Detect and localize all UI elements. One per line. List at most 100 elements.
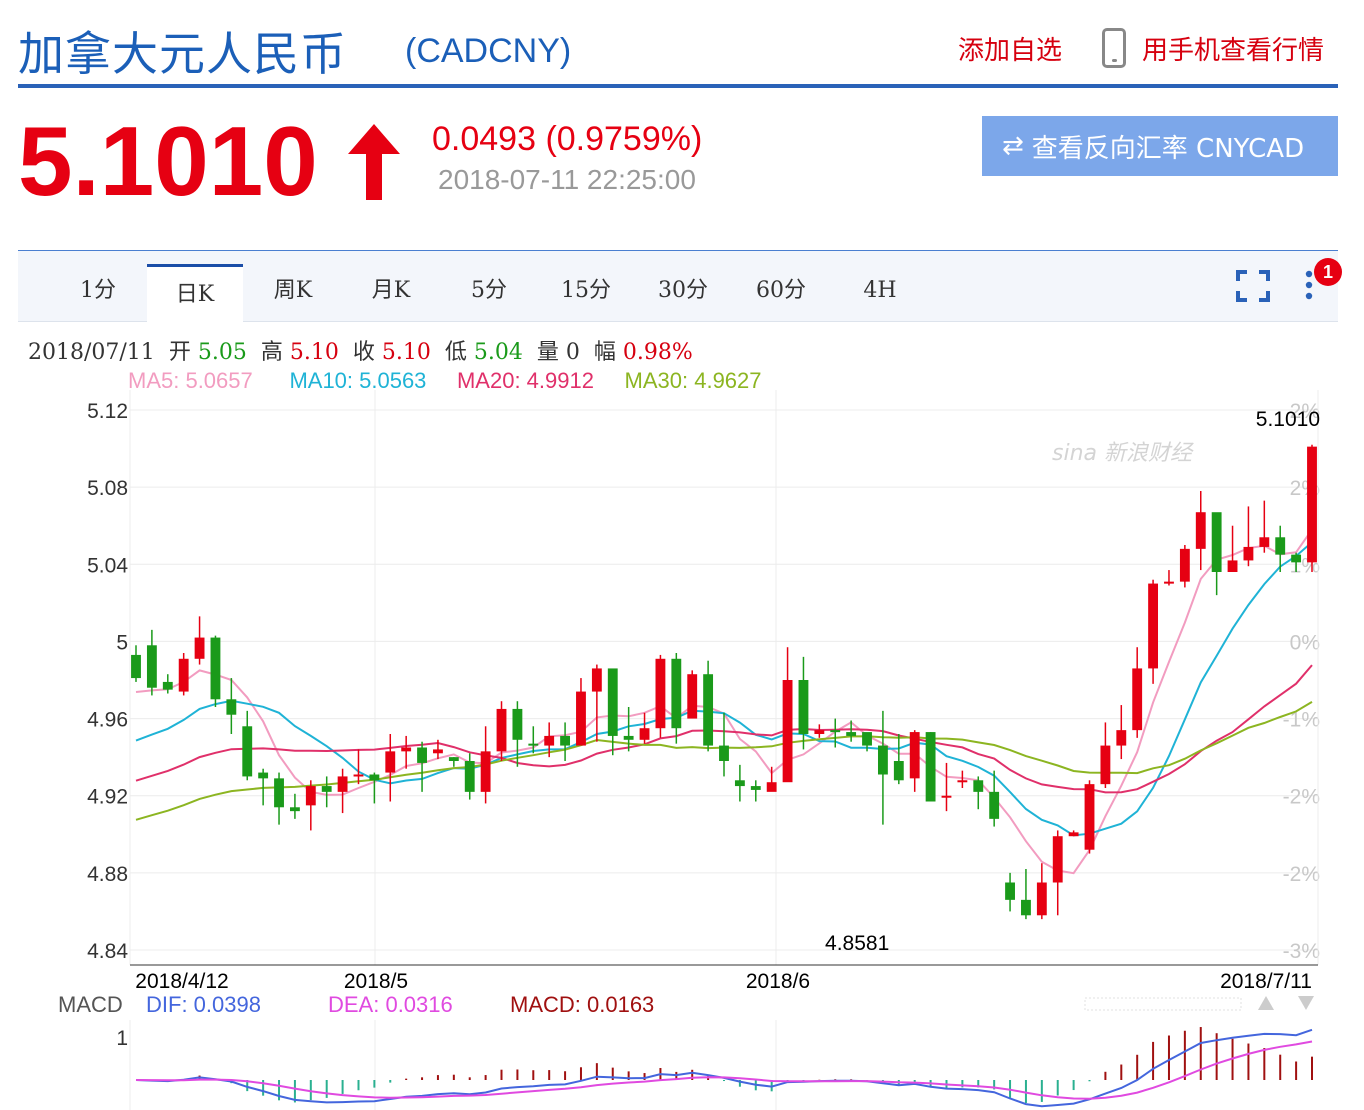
candle-body — [194, 637, 205, 659]
candle-body — [591, 668, 602, 692]
current-price: 5.1010 — [18, 106, 318, 216]
candle-body — [639, 728, 650, 740]
candle-body — [417, 747, 427, 763]
candle-body — [289, 807, 300, 812]
dea-line — [135, 1040, 1313, 1100]
pct-tick-label: -2% — [1283, 863, 1320, 886]
up-arrow-icon — [348, 124, 400, 200]
tab-5min[interactable]: 5分 — [441, 263, 537, 321]
y-tick-label: 4.84 — [87, 940, 128, 963]
candle-body — [655, 658, 666, 729]
candle-body — [1084, 784, 1095, 850]
candle-body — [1259, 537, 1270, 547]
candle-body — [321, 786, 332, 792]
candle-body — [1195, 512, 1206, 549]
scroll-down-icon — [1298, 996, 1314, 1010]
candle-body — [274, 778, 284, 808]
candle-body — [925, 732, 936, 802]
mobile-view-link[interactable]: 用手机查看行情 — [1142, 30, 1324, 67]
y-tick-label: 4.96 — [87, 709, 128, 732]
range-value: 0.98% — [622, 340, 693, 365]
candle-body — [385, 751, 396, 773]
candle-body — [1148, 583, 1159, 669]
candle-body — [226, 699, 237, 715]
x-tick-label: 2018/6 — [746, 970, 810, 993]
notification-badge: 1 — [1314, 258, 1342, 286]
volume-label: 量 — [536, 340, 559, 365]
dea-legend: DEA: 0.0316 — [328, 992, 453, 1017]
tab-30min[interactable]: 30分 — [635, 263, 731, 321]
candle-body — [528, 743, 539, 746]
candle-body — [750, 786, 761, 790]
currency-symbol: (CADCNY) — [405, 32, 572, 70]
low-value: 5.04 — [473, 340, 523, 365]
candle-body — [401, 747, 412, 752]
open-label: 开 — [168, 340, 191, 365]
candle-body — [353, 774, 364, 777]
tab-60min[interactable]: 60分 — [733, 263, 829, 321]
more-icon[interactable] — [1304, 268, 1314, 302]
candle-body — [846, 732, 857, 736]
tab-1min[interactable]: 1分 — [50, 263, 146, 321]
fullscreen-icon[interactable] — [1236, 270, 1270, 302]
high-value: 5.10 — [289, 340, 339, 365]
macd-tick-label: 1 — [116, 1027, 128, 1050]
candle-body — [1068, 832, 1079, 837]
price-change: 0.0493 (0.9759%) — [432, 120, 703, 158]
candle-body — [1052, 836, 1063, 883]
candle-body — [1021, 899, 1031, 916]
scroll-up-icon — [1258, 996, 1274, 1010]
page-title: 加拿大元人民币 — [18, 27, 347, 81]
volume-value: 0 — [565, 340, 580, 365]
candle-body — [496, 708, 507, 752]
y-tick-label: 4.88 — [87, 863, 128, 886]
candle-body — [242, 726, 253, 777]
price-annotation: 5.1010 — [1256, 408, 1320, 431]
candle-body — [480, 751, 491, 792]
candle-body — [178, 658, 189, 692]
candle-body — [877, 745, 888, 775]
candle-body — [337, 776, 348, 792]
x-tick-label: 2018/4/12 — [135, 970, 228, 993]
reverse-rate-label: 查看反向汇率 CNYCAD — [1031, 133, 1305, 164]
tab-15min[interactable]: 15分 — [538, 263, 634, 321]
x-tick-label: 2018/5 — [344, 970, 408, 993]
candle-body — [433, 749, 443, 754]
tab-weekly-k[interactable]: 周K — [245, 263, 341, 321]
close-value: 5.10 — [381, 340, 431, 365]
candle-body — [131, 654, 141, 679]
candle-body — [1116, 730, 1127, 746]
tab-daily-k[interactable]: 日K — [147, 264, 243, 325]
candle-body — [830, 730, 841, 733]
header-divider — [18, 84, 1338, 88]
candle-body — [623, 735, 634, 740]
macd-value-legend: MACD: 0.0163 — [510, 992, 654, 1017]
pct-tick-label: 0% — [1290, 631, 1320, 654]
candle-body — [210, 637, 221, 700]
tab-monthly-k[interactable]: 月K — [343, 263, 439, 321]
open-value: 5.05 — [197, 340, 247, 365]
tab-4h[interactable]: 4H — [832, 263, 928, 321]
candle-body — [957, 780, 968, 783]
candle-body — [687, 674, 698, 719]
add-favorite-link[interactable]: 添加自选 — [958, 30, 1062, 67]
pct-tick-label: -3% — [1283, 940, 1320, 963]
pct-tick-label: -1% — [1283, 709, 1320, 732]
y-tick-label: 4.92 — [87, 786, 128, 809]
quote-timestamp: 2018-07-11 22:25:00 — [438, 164, 696, 195]
candle-body — [1132, 668, 1143, 731]
candle-body — [989, 791, 1000, 819]
reverse-rate-button[interactable]: ⇄ 查看反向汇率 CNYCAD — [982, 116, 1338, 176]
price-annotation: 4.8581 — [825, 932, 889, 955]
info-date: 2018/07/11 — [28, 340, 155, 365]
kline-chart[interactable]: 5.12 2%5.08 2%5.04 1%5 0%4.96 -1%4.92 -2%4.88-… — [0, 390, 1364, 1110]
dif-line — [135, 1028, 1313, 1108]
macd-scrollbar — [1084, 997, 1242, 1011]
candle-body — [798, 680, 809, 734]
phone-icon[interactable] — [1102, 28, 1126, 68]
candle-body — [1211, 512, 1222, 572]
candle-body — [734, 780, 745, 787]
candle-body — [1005, 882, 1015, 900]
pct-tick-label: -2% — [1283, 786, 1320, 809]
candle-body — [941, 795, 952, 798]
